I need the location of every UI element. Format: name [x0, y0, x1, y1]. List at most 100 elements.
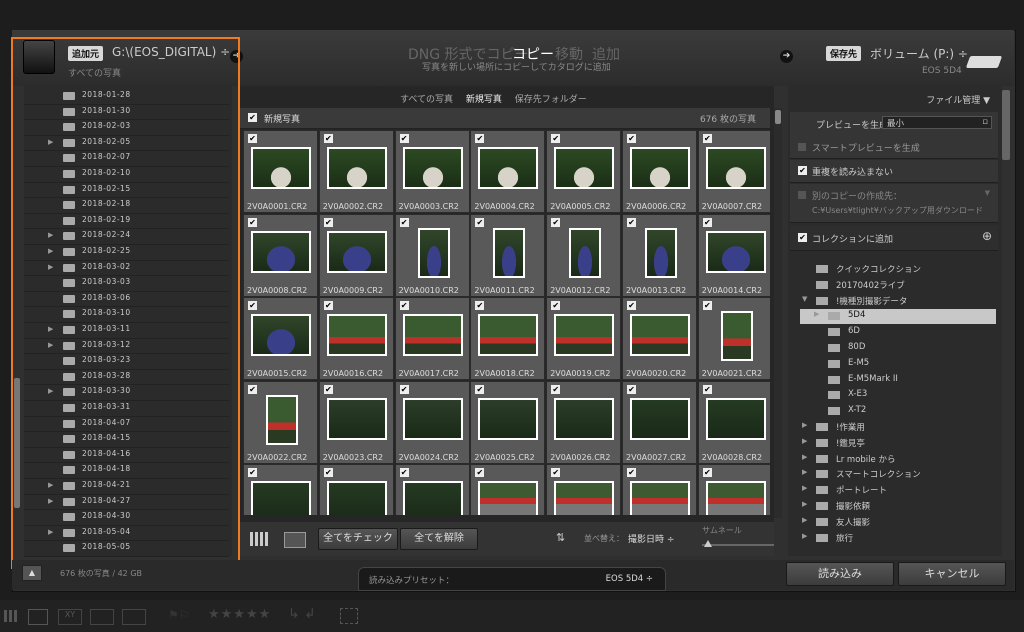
photo-cell[interactable]: ✔ 2V0A0019.CR2	[546, 297, 622, 380]
photo-thumbnail[interactable]	[417, 227, 450, 278]
photo-cell[interactable]: ✔ 2V0A0010.CR2	[394, 213, 470, 297]
photo-cell[interactable]: ✔	[697, 464, 770, 515]
photo-thumbnail[interactable]	[569, 227, 602, 278]
thumbnail-size-slider[interactable]	[702, 544, 774, 546]
photo-checkbox[interactable]: ✔	[627, 301, 636, 310]
photo-checkbox[interactable]: ✔	[248, 134, 257, 143]
photo-thumbnail[interactable]	[705, 230, 766, 273]
photo-checkbox[interactable]: ✔	[475, 134, 485, 143]
import-button[interactable]: 読み込み	[786, 562, 894, 586]
collection-item[interactable]: 80D	[800, 341, 996, 356]
photo-thumbnail[interactable]	[645, 227, 677, 278]
collection-item[interactable]: 20170402ライブ	[800, 278, 996, 293]
photo-checkbox[interactable]: ✔	[627, 384, 636, 394]
add-collection-checkbox[interactable]: ✔	[798, 233, 807, 242]
photo-checkbox[interactable]: ✔	[551, 384, 561, 394]
photo-checkbox[interactable]: ✔	[627, 468, 636, 477]
collection-item[interactable]: E-M5Mark II	[800, 373, 996, 388]
photo-thumbnail[interactable]	[251, 481, 311, 515]
expand-triangle-icon[interactable]: ▶	[802, 453, 807, 461]
photo-thumbnail[interactable]	[705, 481, 766, 515]
photo-checkbox[interactable]: ✔	[399, 468, 409, 477]
photo-cell[interactable]: ✔ 2V0A0028.CR2	[697, 380, 770, 464]
grid-scrollbar-track[interactable]	[774, 108, 782, 518]
photo-thumbnail[interactable]	[251, 147, 311, 189]
cancel-button[interactable]: キャンセル	[898, 562, 1006, 586]
collection-item[interactable]: ▶ !作業用	[800, 420, 996, 435]
photo-cell[interactable]: ✔ 2V0A0006.CR2	[622, 130, 697, 213]
panel-header[interactable]: ファイル管理 ▼	[790, 88, 998, 108]
photo-cell[interactable]: ✔ 2V0A0005.CR2	[546, 130, 622, 213]
tab-all-photos[interactable]: すべての写真	[400, 95, 453, 105]
right-scrollbar[interactable]	[1002, 90, 1010, 160]
photo-thumbnail[interactable]	[554, 314, 615, 356]
photo-checkbox[interactable]: ✔	[248, 384, 257, 394]
expand-triangle-icon[interactable]: ▶	[802, 532, 807, 540]
collection-item[interactable]: X-T2	[800, 404, 996, 419]
photo-thumbnail[interactable]	[630, 397, 690, 440]
photo-checkbox[interactable]: ✔	[248, 217, 257, 227]
photo-checkbox[interactable]: ✔	[399, 217, 409, 227]
photo-checkbox[interactable]: ✔	[702, 134, 712, 143]
photo-cell[interactable]: ✔ 2V0A0002.CR2	[318, 130, 394, 213]
photo-thumbnail[interactable]	[402, 314, 463, 356]
preview-select[interactable]: 最小 ▫	[882, 116, 992, 129]
import-preset-selector[interactable]: 読み込みプリセット： EOS 5D4 ÷	[358, 567, 666, 591]
slider-handle[interactable]	[704, 540, 712, 547]
photo-cell[interactable]: ✔ 2V0A0008.CR2	[243, 213, 318, 297]
photo-cell[interactable]: ✔ 2V0A0015.CR2	[243, 297, 318, 380]
expand-triangle-icon[interactable]: ▶	[802, 421, 807, 429]
photo-checkbox[interactable]: ✔	[627, 217, 636, 227]
tab-new-photos[interactable]: 新規写真	[466, 95, 502, 105]
photo-thumbnail[interactable]	[478, 147, 539, 189]
photo-thumbnail[interactable]	[402, 397, 463, 440]
check-all-button[interactable]: 全てをチェック	[318, 528, 398, 550]
second-copy-checkbox[interactable]	[798, 191, 806, 199]
collection-item[interactable]: ▶ スマートコレクション	[800, 467, 996, 482]
photo-checkbox[interactable]: ✔	[323, 217, 333, 227]
collection-item[interactable]: ▼ !機種別撮影データ	[800, 294, 996, 309]
photo-thumbnail[interactable]	[326, 397, 387, 440]
collection-item[interactable]: 6D	[800, 325, 996, 340]
grid-scrollbar-thumb[interactable]	[775, 110, 781, 124]
photo-thumbnail[interactable]	[251, 314, 311, 356]
photo-thumbnail[interactable]	[266, 394, 298, 445]
photo-checkbox[interactable]: ✔	[399, 301, 409, 310]
collection-item[interactable]: ▶ !鑑見亭	[800, 436, 996, 451]
loupe-view-icon[interactable]	[284, 532, 306, 548]
expand-triangle-icon[interactable]: ▶	[802, 468, 807, 476]
photo-checkbox[interactable]: ✔	[627, 134, 636, 143]
photo-thumbnail[interactable]	[630, 314, 690, 356]
photo-thumbnail[interactable]	[402, 481, 463, 515]
photo-cell[interactable]: ✔	[622, 464, 697, 515]
photo-checkbox[interactable]: ✔	[475, 468, 485, 477]
no-duplicate-checkbox[interactable]: ✔	[798, 166, 807, 175]
photo-checkbox[interactable]: ✔	[248, 301, 257, 310]
collection-item[interactable]: ▶ 撮影依頼	[800, 499, 996, 514]
photo-thumbnail[interactable]	[402, 147, 463, 189]
expand-triangle-icon[interactable]: ▶	[802, 500, 807, 508]
photo-checkbox[interactable]: ✔	[248, 468, 257, 477]
expand-triangle-icon[interactable]: ▶	[814, 310, 819, 318]
photo-cell[interactable]: ✔ 2V0A0012.CR2	[546, 213, 622, 297]
photo-cell[interactable]: ✔	[546, 464, 622, 515]
photo-cell[interactable]: ✔ 2V0A0023.CR2	[318, 380, 394, 464]
photo-cell[interactable]: ✔ 2V0A0025.CR2	[470, 380, 546, 464]
collection-item[interactable]: X-E3	[800, 388, 996, 403]
photo-cell[interactable]: ✔ 2V0A0024.CR2	[394, 380, 470, 464]
photo-cell[interactable]: ✔ 2V0A0011.CR2	[470, 213, 546, 297]
photo-checkbox[interactable]: ✔	[475, 217, 485, 227]
collection-item[interactable]: E-M5	[800, 357, 996, 372]
photo-cell[interactable]: ✔ 2V0A0017.CR2	[394, 297, 470, 380]
chevron-down-icon[interactable]: ▼	[985, 189, 990, 197]
dest-path-selector[interactable]: ボリューム (P:) ÷	[870, 45, 968, 62]
smart-preview-checkbox[interactable]	[798, 143, 806, 151]
photo-checkbox[interactable]: ✔	[702, 384, 712, 394]
expand-triangle-icon[interactable]: ▼	[802, 295, 807, 303]
collection-item[interactable]: ▶ ポートレート	[800, 483, 996, 498]
photo-checkbox[interactable]: ✔	[323, 134, 333, 143]
photo-cell[interactable]: ✔ 2V0A0003.CR2	[394, 130, 470, 213]
grid-view-icon[interactable]	[250, 532, 270, 546]
photo-checkbox[interactable]: ✔	[551, 217, 561, 227]
photo-checkbox[interactable]: ✔	[702, 217, 712, 227]
